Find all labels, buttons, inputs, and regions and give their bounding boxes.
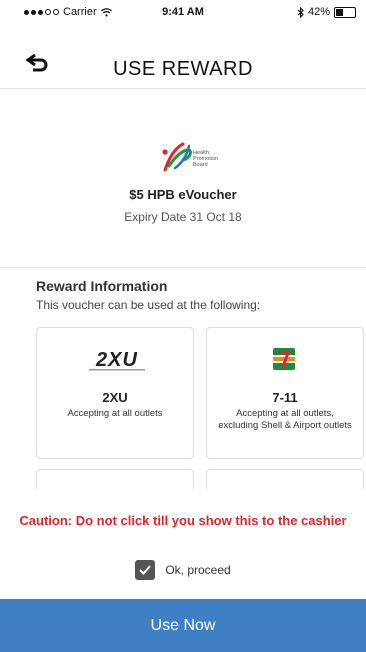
- page-title: USE REWARD: [113, 58, 253, 80]
- outlet-name: 7-11: [272, 390, 298, 405]
- bluetooth-icon: [297, 6, 304, 18]
- battery-area: 42%: [297, 6, 356, 18]
- outlet-tile-7-11: 7-11 Accepting at all outlets, excluding…: [206, 327, 364, 459]
- navigation-bar: USE REWARD: [0, 24, 366, 89]
- voucher-card: Health Promotion Board $5 HPB eVoucher E…: [0, 89, 366, 268]
- hpb-logo-text-3: Board: [193, 162, 208, 168]
- 2xu-logo-text: 2XU: [95, 350, 138, 371]
- content-scroll[interactable]: Health Promotion Board $5 HPB eVoucher E…: [0, 89, 366, 489]
- outlet-name: 2XU: [102, 390, 128, 405]
- 7-eleven-logo: [273, 348, 295, 370]
- proceed-checkbox[interactable]: [135, 560, 156, 580]
- use-now-button[interactable]: Use Now: [0, 599, 366, 652]
- voucher-title: $5 HPB eVoucher: [129, 187, 237, 202]
- outlet-tile-partial: [206, 469, 364, 489]
- status-bar: Carrier 9:41 AM 42%: [0, 0, 366, 24]
- outlet-description: Accepting at all outlets, excluding Shel…: [218, 408, 352, 431]
- outlet-description: Accepting at all outlets: [67, 408, 163, 419]
- confirmation-panel: Caution: Do not click till you show this…: [0, 489, 366, 599]
- battery-icon: [334, 6, 356, 18]
- reward-info-subtitle: This voucher can be used at the followin…: [36, 298, 261, 312]
- reward-info-heading: Reward Information: [36, 278, 168, 294]
- 2xu-logo: 2XU: [89, 350, 145, 371]
- battery-percent: 42%: [307, 6, 330, 18]
- expiry-date: Expiry Date 31 Oct 18: [124, 210, 242, 224]
- outlet-tile-2xu: 2XU 2XU Accepting at all outlets: [36, 327, 194, 459]
- proceed-row: Ok, proceed: [0, 560, 366, 580]
- caution-text: Caution: Do not click till you show this…: [19, 513, 347, 528]
- checkmark-icon: [139, 565, 152, 575]
- proceed-label: Ok, proceed: [165, 563, 231, 577]
- health-promotion-board-logo: Health Promotion Board: [162, 142, 218, 172]
- outlet-tile-partial: [36, 469, 194, 489]
